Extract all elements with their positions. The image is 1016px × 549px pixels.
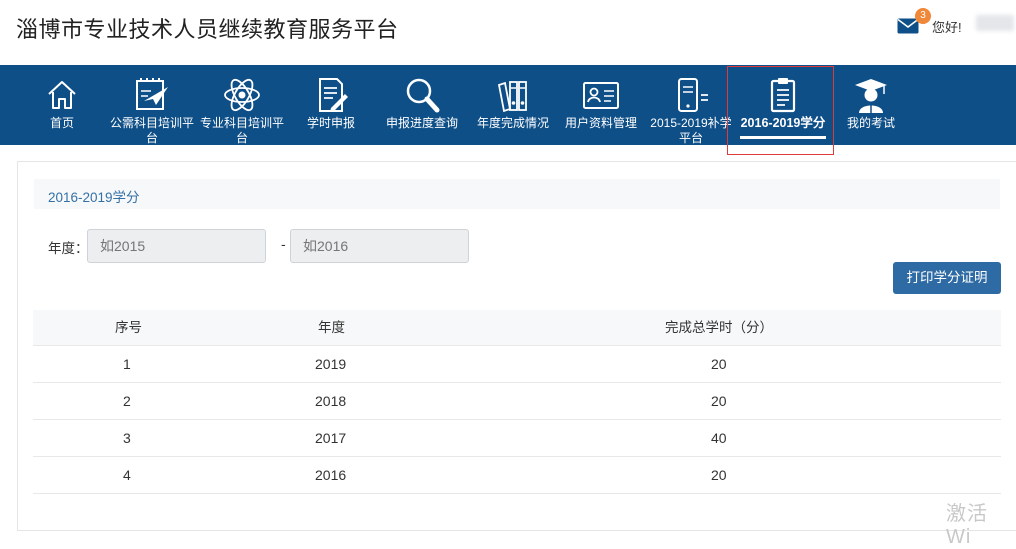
cell-total-hours: 20 — [711, 467, 727, 483]
cell-total-hours: 20 — [711, 356, 727, 372]
table-row: 1 2019 20 — [33, 346, 1001, 383]
nav-item-my-exams[interactable]: 我的考试 — [838, 65, 904, 145]
home-icon — [48, 81, 76, 109]
id-card-icon — [583, 82, 619, 109]
nav-item-hours-report[interactable]: 学时申报 — [300, 65, 362, 145]
main-nav: 首页 公需科目培训平台 专业科目培训平台 学时申报 申报进度查询 年度完成情况 … — [0, 65, 1016, 145]
column-header-index: 序号 — [115, 320, 142, 335]
phone-list-icon — [678, 78, 708, 112]
nav-label: 我的考试 — [846, 116, 895, 130]
panel-title: 2016-2019学分 — [48, 190, 140, 205]
cell-year: 2017 — [315, 430, 347, 446]
nav-item-home[interactable]: 首页 — [36, 65, 88, 145]
table-row: 2 2018 20 — [33, 383, 1001, 420]
cell-year: 2018 — [315, 393, 347, 409]
username-blurred[interactable] — [976, 15, 1014, 31]
table-row: 3 2017 40 — [33, 420, 1001, 457]
year-range-separator: - — [281, 236, 286, 252]
magnifier-icon — [406, 78, 440, 113]
nav-item-makeup-platform[interactable]: 2015-2019补学平台 — [646, 65, 736, 145]
cell-index: 4 — [123, 467, 131, 483]
nav-label: 申报进度查询 — [385, 116, 458, 130]
graduate-icon — [855, 79, 887, 113]
nav-item-annual-completion[interactable]: 年度完成情况 — [471, 65, 555, 145]
greeting-text: 您好! — [932, 20, 962, 35]
panel-header: 2016-2019学分 — [34, 179, 1000, 209]
credits-table: 序号 年度 完成总学时（分） 1 2019 20 2 2018 20 3 201… — [33, 310, 1001, 494]
binders-icon — [497, 81, 527, 113]
print-credit-certificate-button[interactable]: 打印学分证明 — [893, 262, 1001, 294]
nav-label: 2015-2019补学平台 — [650, 116, 732, 145]
annotation-highlight-box — [727, 66, 834, 155]
cell-total-hours: 20 — [711, 393, 727, 409]
cell-index: 3 — [123, 430, 131, 446]
nav-label: 专业科目培训平台 — [199, 116, 284, 145]
cell-total-hours: 40 — [711, 430, 727, 446]
nav-label: 用户资料管理 — [564, 116, 637, 130]
site-title: 淄博市专业技术人员继续教育服务平台 — [16, 17, 399, 42]
cell-year: 2016 — [315, 467, 347, 483]
nav-item-progress-query[interactable]: 申报进度查询 — [380, 65, 464, 145]
nav-label: 年度完成情况 — [476, 116, 549, 130]
column-header-year: 年度 — [318, 320, 345, 335]
table-header-row: 序号 年度 完成总学时（分） — [33, 310, 1001, 346]
top-header: 淄博市专业技术人员继续教育服务平台 3 您好! — [0, 0, 1016, 65]
nav-label: 公需科目培训平台 — [109, 116, 194, 145]
cell-index: 1 — [123, 356, 131, 372]
nav-item-professional-training[interactable]: 专业科目培训平台 — [196, 65, 288, 145]
year-to-input[interactable] — [290, 229, 469, 263]
mail-count-badge: 3 — [915, 8, 931, 24]
table-row: 4 2016 20 — [33, 457, 1001, 494]
year-from-input[interactable] — [87, 229, 266, 263]
paper-plane-board-icon — [136, 78, 168, 110]
nav-label: 学时申报 — [306, 116, 355, 130]
year-label: 年度： — [48, 241, 89, 256]
windows-activation-watermark: 激活 Wi — [946, 503, 988, 548]
document-pen-icon — [319, 78, 348, 112]
cell-year: 2019 — [315, 356, 347, 372]
nav-label: 首页 — [49, 116, 74, 130]
nav-item-profile-management[interactable]: 用户资料管理 — [560, 65, 642, 145]
atom-icon — [224, 78, 260, 112]
cell-index: 2 — [123, 393, 131, 409]
nav-item-public-training[interactable]: 公需科目培训平台 — [106, 65, 198, 145]
column-header-total-hours: 完成总学时（分） — [665, 320, 773, 335]
